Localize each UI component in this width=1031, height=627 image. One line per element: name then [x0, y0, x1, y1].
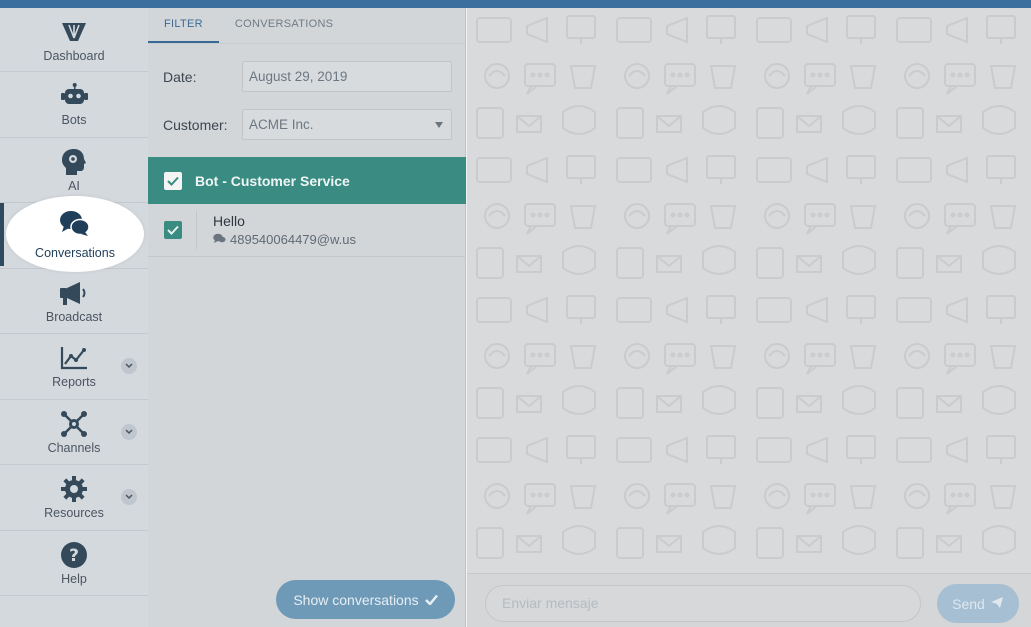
- sidebar-item-reports[interactable]: Reports: [0, 334, 148, 400]
- customer-row: Customer: ACME Inc.: [163, 109, 452, 140]
- check-icon: [424, 592, 438, 608]
- help-icon: ?: [59, 540, 89, 570]
- comments-icon: [213, 232, 226, 247]
- paper-plane-icon: [990, 596, 1004, 612]
- sidebar-item-label: AI: [68, 178, 80, 193]
- dashboard-icon: [59, 17, 89, 47]
- customer-label: Customer:: [163, 116, 228, 133]
- show-conversations-label: Show conversations: [293, 591, 419, 608]
- bot-group-header[interactable]: Bot - Customer Service: [148, 157, 466, 204]
- sidebar-item-ai[interactable]: AI: [0, 138, 148, 203]
- tab-filter[interactable]: FILTER: [148, 8, 219, 43]
- conversation-row[interactable]: Hello 489540064479@w.us: [148, 204, 466, 257]
- tab-bar: FILTER CONVERSATIONS: [148, 8, 465, 44]
- conversation-checkbox[interactable]: [164, 221, 182, 239]
- divider: [196, 211, 197, 249]
- send-button[interactable]: Send: [937, 584, 1019, 623]
- group-checkbox[interactable]: [164, 171, 182, 190]
- date-field[interactable]: August 29, 2019: [242, 61, 452, 92]
- tab-conversations[interactable]: CONVERSATIONS: [219, 8, 349, 43]
- megaphone-icon: [59, 278, 89, 308]
- sidebar-item-label: Reports: [52, 375, 96, 390]
- message-composer: Enviar mensaje Send: [467, 573, 1031, 627]
- sidebar-item-label: Broadcast: [45, 309, 103, 324]
- conversation-contact-row: 489540064479@w.us: [213, 232, 356, 247]
- chevron-down-icon[interactable]: [121, 423, 137, 440]
- date-label: Date:: [163, 68, 197, 85]
- group-title: Bot - Customer Service: [195, 172, 350, 189]
- date-row: Date: August 29, 2019: [163, 61, 452, 92]
- sidebar-item-label: Conversations: [35, 245, 115, 260]
- conversation-text: Hello 489540064479@w.us: [213, 213, 356, 247]
- robot-icon: [59, 81, 89, 111]
- customer-select-value: ACME Inc.: [249, 117, 314, 132]
- dropdown-caret-icon: [435, 122, 443, 128]
- chat-background-pattern: [467, 8, 1031, 573]
- conversation-contact: 489540064479@w.us: [230, 232, 356, 247]
- send-label: Send: [952, 595, 985, 612]
- sidebar-item-label: Resources: [44, 506, 104, 521]
- svg-text:?: ?: [69, 546, 79, 566]
- gear-icon: [59, 474, 89, 504]
- conversation-title: Hello: [213, 213, 245, 229]
- customer-select[interactable]: ACME Inc.: [242, 109, 452, 140]
- top-bar: [0, 0, 1031, 8]
- filter-panel: FILTER CONVERSATIONS Date: August 29, 20…: [148, 8, 466, 627]
- sidebar-item-label: Channels: [47, 440, 101, 455]
- brain-icon: [59, 147, 89, 177]
- sidebar-item-label: Bots: [61, 113, 87, 128]
- message-input[interactable]: Enviar mensaje: [485, 585, 921, 622]
- sidebar-item-channels[interactable]: Channels: [0, 400, 148, 465]
- sidebar-item-resources[interactable]: Resources: [0, 465, 148, 531]
- sidebar-item-label: Help: [61, 571, 87, 586]
- chat-bubbles-icon: [59, 209, 91, 242]
- chevron-down-icon[interactable]: [121, 358, 137, 374]
- show-conversations-button[interactable]: Show conversations: [276, 580, 455, 619]
- conversations-highlight[interactable]: Conversations: [6, 196, 144, 272]
- sidebar-item-label: Dashboard: [43, 48, 105, 63]
- sidebar: Dashboard Bots AI Broadcast Reports Chan…: [0, 8, 148, 627]
- network-icon: [59, 409, 89, 439]
- sidebar-item-broadcast[interactable]: Broadcast: [0, 269, 148, 334]
- sidebar-item-help[interactable]: ? Help: [0, 531, 148, 596]
- sidebar-item-dashboard[interactable]: Dashboard: [0, 8, 148, 72]
- sidebar-item-bots[interactable]: Bots: [0, 72, 148, 138]
- chart-icon: [59, 343, 89, 373]
- active-indicator: [0, 203, 4, 266]
- chevron-down-icon[interactable]: [121, 489, 137, 505]
- chat-area: [467, 8, 1031, 573]
